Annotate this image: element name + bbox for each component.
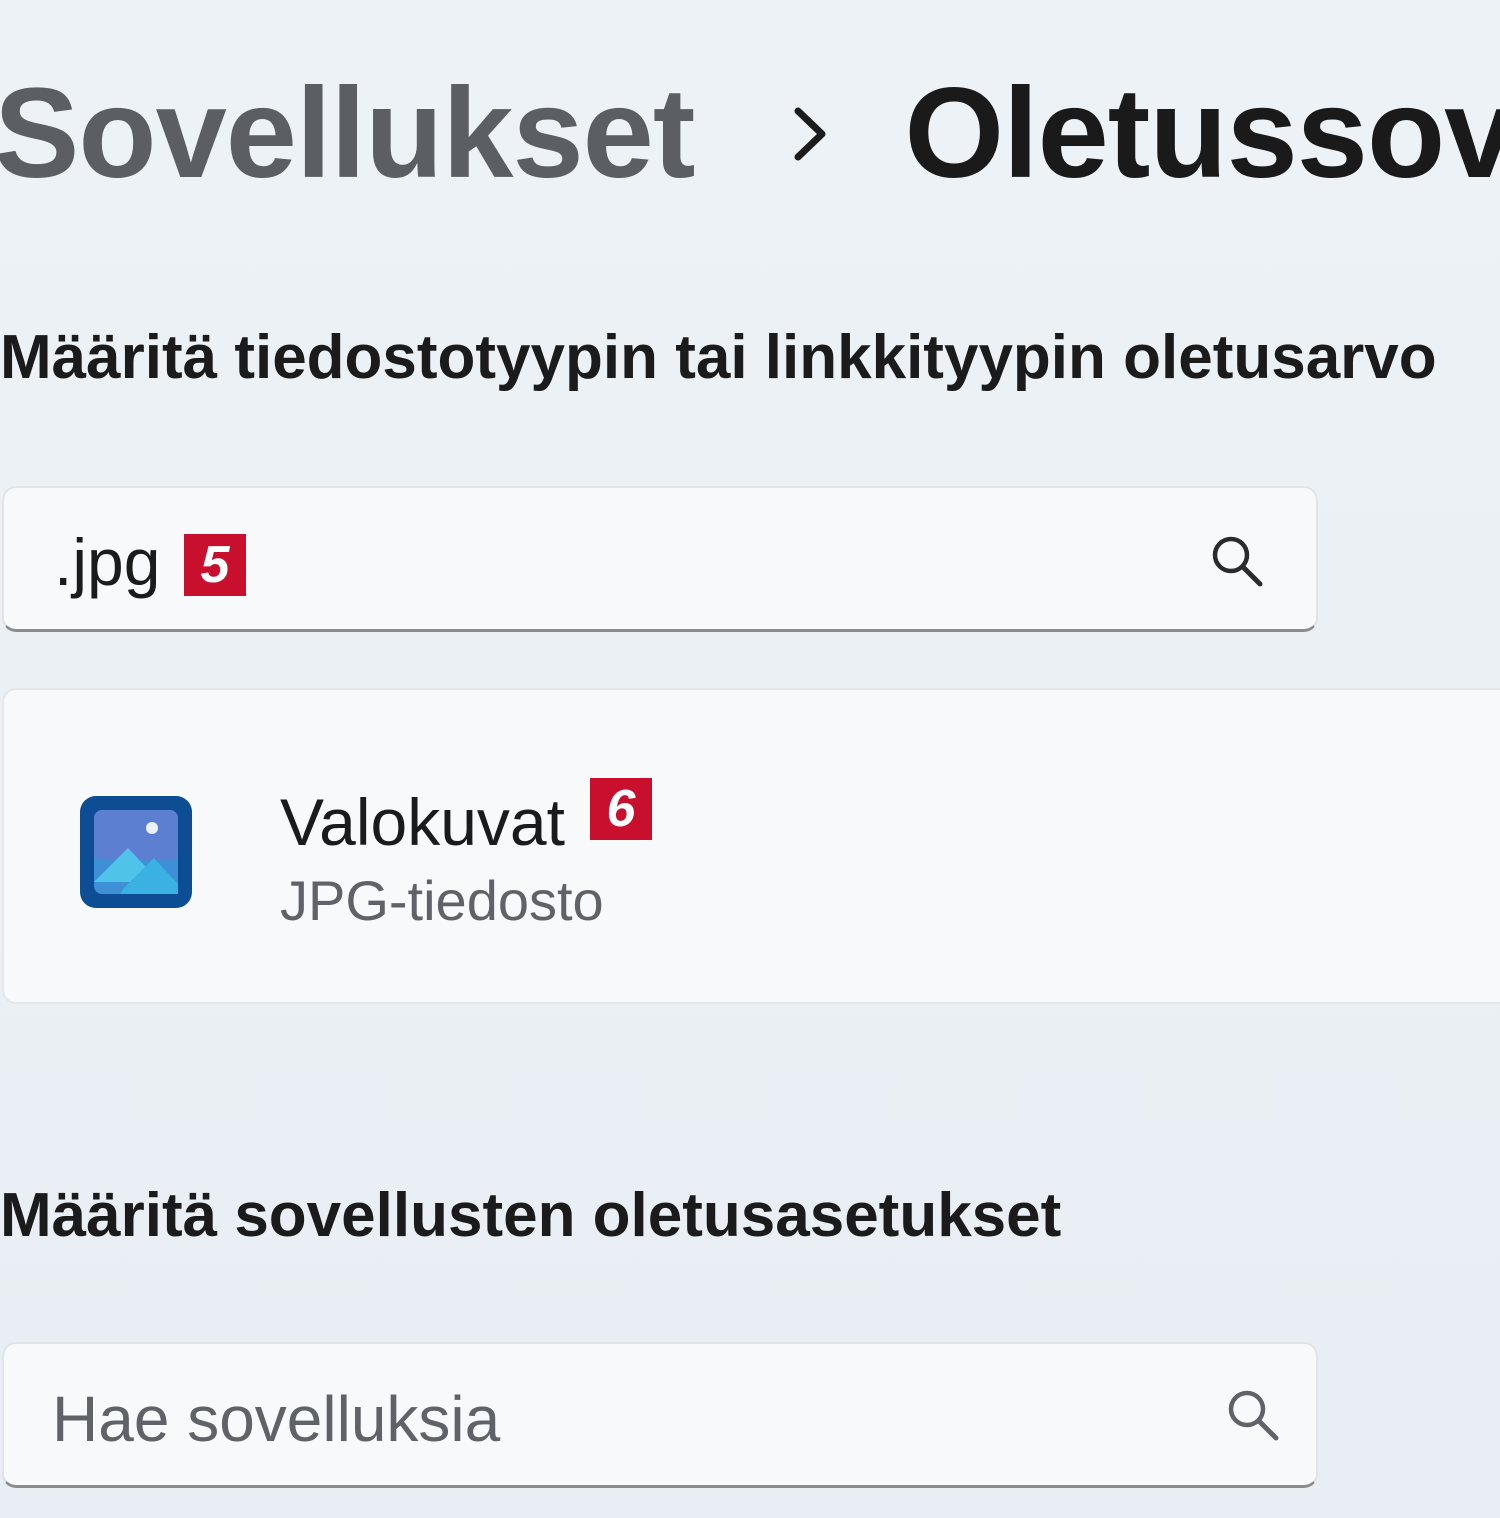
search-icon[interactable] xyxy=(1224,1386,1282,1444)
file-type-label: JPG-tiedosto xyxy=(280,869,604,932)
step-badge: 5 xyxy=(184,534,246,596)
settings-page: Sovellukset Oletussove Määritä tiedostot… xyxy=(0,0,1500,1518)
file-type-section-heading: Määritä tiedostotyypin tai linkkityypin … xyxy=(0,323,1437,392)
search-input-value[interactable]: .jpg xyxy=(54,524,160,600)
chevron-right-icon xyxy=(794,107,826,160)
search-icon[interactable] xyxy=(1208,532,1266,590)
file-type-search-input[interactable]: .jpg 5 xyxy=(2,486,1318,632)
app-search-input[interactable]: Hae sovelluksia xyxy=(2,1342,1318,1488)
step-badge: 6 xyxy=(590,778,652,840)
breadcrumb-parent-link[interactable]: Sovellukset xyxy=(0,60,695,207)
file-type-result-card[interactable]: Valokuvat 6 JPG-tiedosto xyxy=(2,688,1500,1004)
page-title: Oletussove xyxy=(904,62,1500,205)
app-defaults-section-heading: Määritä sovellusten oletusasetukset xyxy=(0,1181,1062,1250)
breadcrumb: Sovellukset Oletussove xyxy=(0,60,1500,207)
search-placeholder[interactable]: Hae sovelluksia xyxy=(52,1382,500,1456)
photos-app-icon xyxy=(80,796,192,908)
app-name: Valokuvat xyxy=(280,785,565,859)
